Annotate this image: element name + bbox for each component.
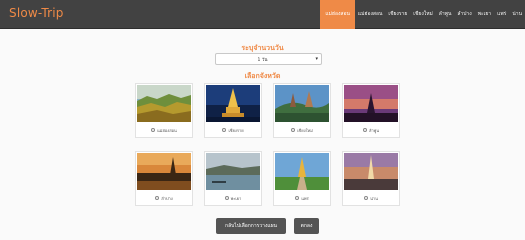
province-card-nan[interactable]: น่าน (342, 151, 400, 206)
province-radio[interactable] (151, 128, 156, 132)
province-radio[interactable] (364, 196, 369, 200)
nav-item-lamphun[interactable]: ลำพูน (436, 0, 455, 29)
nav-item-chiangrai[interactable]: เชียงราย (385, 0, 410, 29)
brand-logo[interactable]: Slow-Trip (9, 6, 64, 20)
nav-item-chiangmai[interactable]: เชียงใหม่ (410, 0, 436, 29)
province-photo (344, 153, 398, 190)
province-photo (137, 85, 191, 122)
province-radio[interactable] (224, 196, 229, 200)
province-card-phayao[interactable]: พะเยา (204, 151, 262, 206)
province-label: ลำพูน (368, 127, 380, 133)
nav-item-maehongson[interactable]: แม่ฮ่องสอน (355, 0, 386, 29)
province-label: ลำปาง (161, 195, 173, 201)
province-photo (275, 85, 329, 122)
province-card-chiangrai[interactable]: เชียงราย (204, 83, 262, 138)
caret-down-icon: ▾ (315, 56, 318, 62)
province-label: เชียงราย (228, 127, 244, 133)
province-radio[interactable] (362, 128, 367, 132)
province-card-chiangmai[interactable]: เชียงใหม่ (273, 83, 331, 138)
province-label: น่าน (370, 195, 378, 201)
nav-item-active[interactable]: แม่ฮ่องสอน (320, 0, 355, 29)
nav-item-nan[interactable]: น่าน (509, 0, 525, 29)
province-label: แพร่ (301, 195, 309, 201)
province-radio[interactable] (291, 128, 296, 132)
days-select[interactable]: 1 วัน ▾ (215, 53, 322, 65)
province-photo (206, 153, 260, 190)
province-card-lampang[interactable]: ลำปาง (135, 151, 193, 206)
province-card-phrae[interactable]: แพร่ (273, 151, 331, 206)
province-photo (206, 85, 260, 122)
province-card-lamphun[interactable]: ลำพูน (342, 83, 400, 138)
back-to-planning-button[interactable]: กลับไปเลือกการวางแผน (216, 218, 286, 234)
province-label: เชียงใหม่ (297, 127, 313, 133)
top-navbar: Slow-Trip แม่ฮ่องสอน แม่ฮ่องสอน เชียงราย… (0, 0, 525, 29)
province-label: พะเยา (230, 195, 242, 201)
main-nav: แม่ฮ่องสอน แม่ฮ่องสอน เชียงราย เชียงใหม่… (320, 0, 525, 29)
trip-planner-form: ระบุจำนวนวัน 1 วัน ▾ เลือกจังหวัด แม่ฮ่อ… (0, 29, 525, 240)
nav-item-phrae[interactable]: แพร่ (494, 0, 509, 29)
province-radio[interactable] (222, 128, 227, 132)
province-photo (275, 153, 329, 190)
nav-item-phayao[interactable]: พะเยา (475, 0, 494, 29)
confirm-button[interactable]: ตกลง (294, 218, 319, 234)
province-radio[interactable] (155, 196, 160, 200)
province-photo (344, 85, 398, 122)
province-photo (137, 153, 191, 190)
province-card-maehongson[interactable]: แม่ฮ่องสอน (135, 83, 193, 138)
province-label: แม่ฮ่องสอน (157, 127, 177, 133)
province-radio[interactable] (295, 196, 300, 200)
province-heading: เลือกจังหวัด (244, 72, 281, 80)
days-select-value: 1 วัน (257, 58, 268, 63)
nav-item-lampang[interactable]: ลำปาง (454, 0, 474, 29)
